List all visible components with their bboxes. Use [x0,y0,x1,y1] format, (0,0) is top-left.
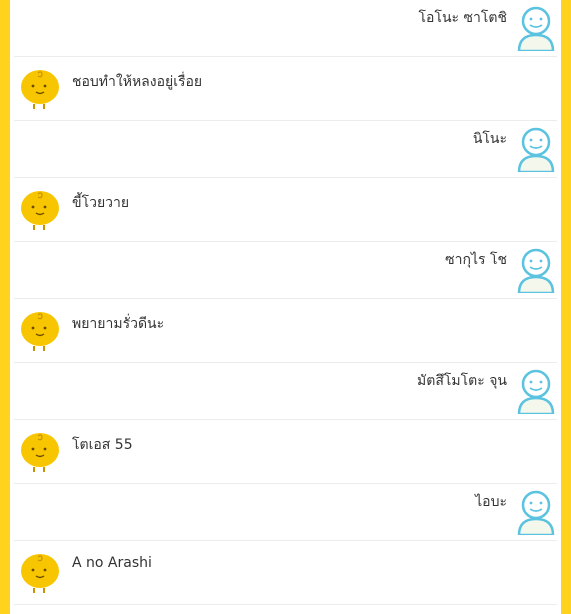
user-message-row: มัตสึโมโตะ จุน [14,363,557,420]
user-avatar-icon [517,248,555,293]
user-message-text: มัตสึโมโตะ จุน [417,373,507,389]
user-message-text: ซากุไร โช [445,252,507,268]
bot-message-row: A no Arashi [14,541,557,605]
user-message-text: ไอบะ [475,494,507,510]
user-avatar-icon [517,6,555,51]
simsimi-avatar-icon [21,70,59,109]
user-message-text: นิโนะ [472,131,507,147]
bot-message-row: ขี้โวยวาย [14,178,557,242]
user-message-text: โอโนะ ซาโตชิ [418,10,507,26]
bot-message-row: ชอบทำให้หลงอยู่เรื่อย [14,57,557,121]
bot-message-text: ขี้โวยวาย [72,195,130,211]
simsimi-avatar-icon [21,312,59,351]
chat-panel: โอโนะ ซาโตชิ ชอบทำให้หลงอยู่เรื่อย นิโนะ [10,0,561,614]
user-message-row: ซากุไร โช [14,242,557,299]
user-avatar-icon [517,369,555,414]
simsimi-avatar-icon [21,433,59,472]
user-avatar-icon [517,127,555,172]
user-message-row: นิโนะ [14,121,557,178]
bot-message-text: โตเอส 55 [72,437,133,453]
bot-message-row: พยายามรั่วดีนะ [14,299,557,363]
user-message-row: โอโนะ ซาโตชิ [14,0,557,57]
chat-message-list[interactable]: โอโนะ ซาโตชิ ชอบทำให้หลงอยู่เรื่อย นิโนะ [10,0,561,605]
user-message-row: ไอบะ [14,484,557,541]
simsimi-avatar-icon [21,191,59,230]
user-avatar-icon [517,490,555,535]
bot-message-text: ชอบทำให้หลงอยู่เรื่อย [72,74,203,90]
bot-message-text: พยายามรั่วดีนะ [72,316,165,332]
simsimi-avatar-icon [21,554,59,593]
bot-message-row: โตเอส 55 [14,420,557,484]
bot-message-text: A no Arashi [72,555,152,571]
